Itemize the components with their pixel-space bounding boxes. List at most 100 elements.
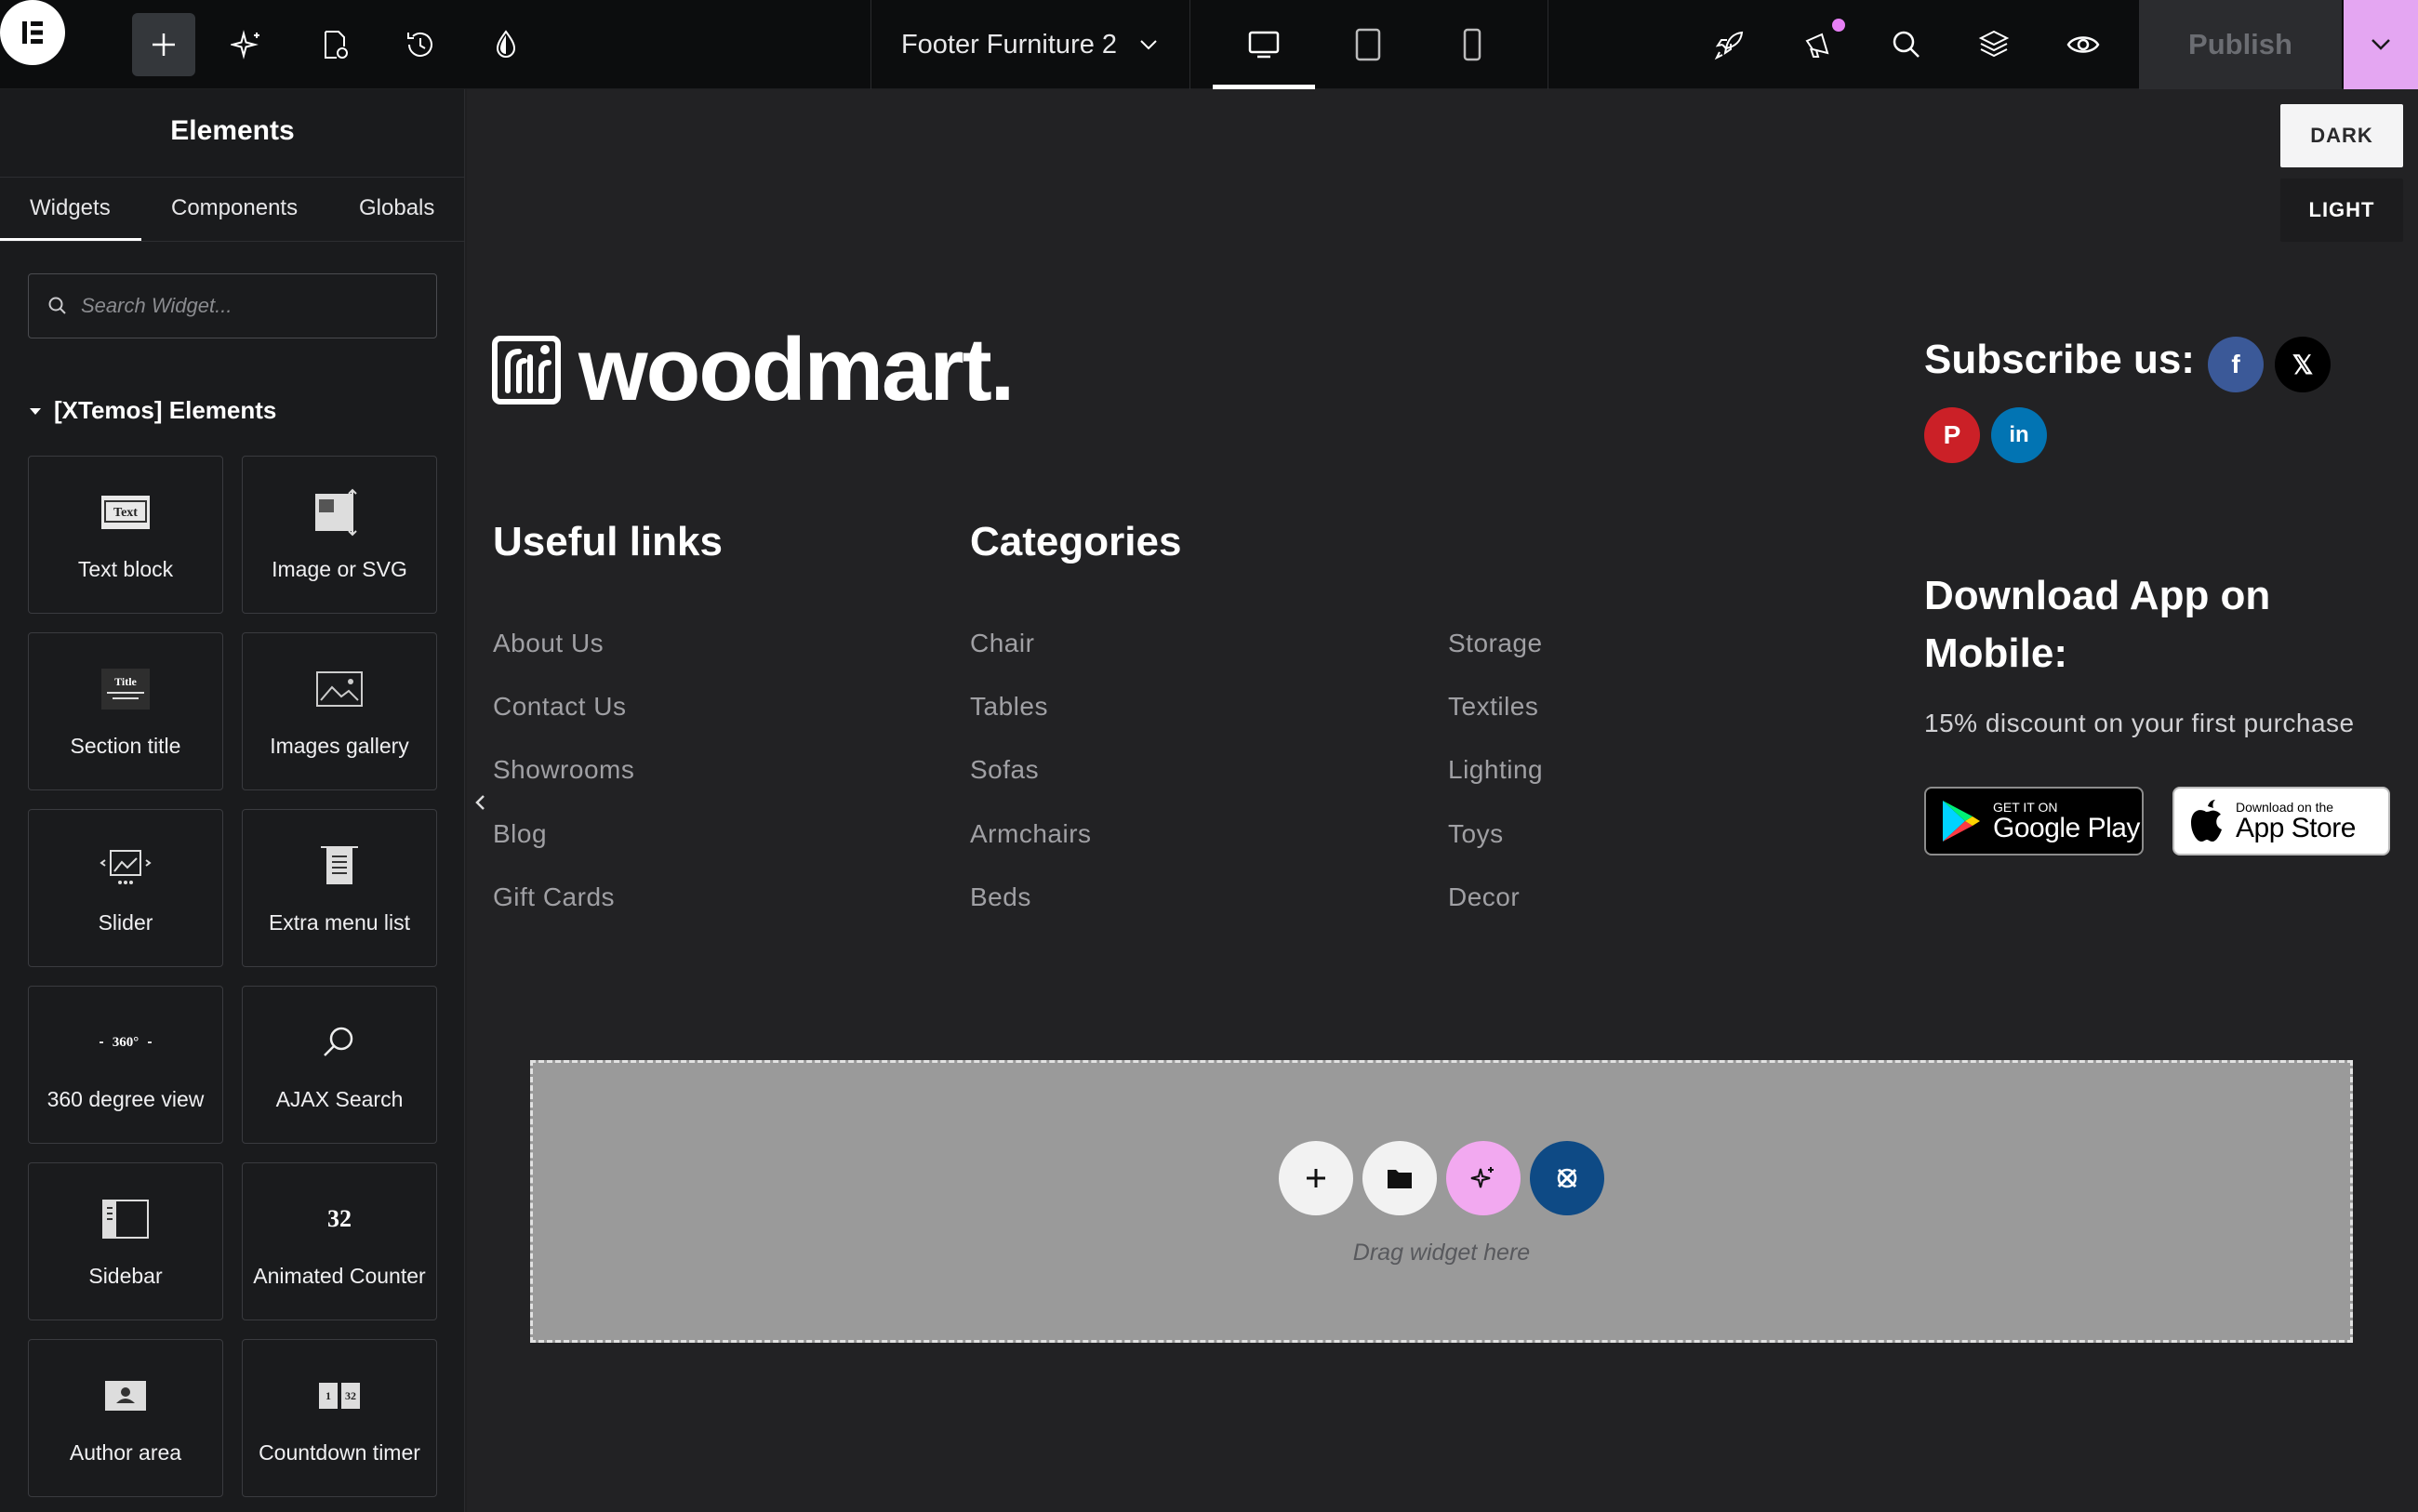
mobile-view-button[interactable] [1421, 0, 1523, 89]
page-settings-icon [325, 31, 348, 59]
page-settings-button[interactable] [303, 13, 366, 76]
panel-title: Elements [170, 115, 295, 146]
tab-components[interactable]: Components [171, 195, 298, 221]
subscribe-heading: Subscribe us: [1924, 337, 2195, 382]
widget-label: Countdown timer [259, 1440, 420, 1465]
category-link[interactable]: Toys [1448, 819, 1504, 849]
elements-panel: Elements Widgets Components Globals [XTe… [0, 89, 465, 1512]
pinterest-button[interactable]: P [1924, 407, 1980, 463]
category-link[interactable]: Decor [1448, 882, 1520, 912]
widget-countdown-timer[interactable]: 1 32 Countdown timer [242, 1339, 437, 1497]
widget-label: Text block [77, 557, 174, 581]
widget-360-degree-view[interactable]: 360° 360 degree view [28, 986, 223, 1144]
desktop-view-button[interactable] [1213, 0, 1315, 89]
divider [0, 177, 465, 178]
category-link[interactable]: Storage [1448, 629, 1543, 658]
elementor-logo-icon [22, 21, 43, 44]
add-section-button[interactable] [1279, 1141, 1353, 1215]
extra-menu-list-icon [321, 846, 358, 884]
template-library-button[interactable] [1362, 1141, 1437, 1215]
category-link[interactable]: Beds [970, 882, 1031, 912]
history-button[interactable] [389, 13, 452, 76]
publish-options-button[interactable] [2344, 0, 2418, 89]
images-gallery-icon [316, 671, 363, 707]
widget-animated-counter[interactable]: 32 Animated Counter [242, 1162, 437, 1320]
svg-text:32: 32 [345, 1389, 356, 1402]
footer-link[interactable]: Gift Cards [493, 882, 615, 912]
tab-globals[interactable]: Globals [359, 195, 434, 221]
widget-sidebar[interactable]: Sidebar [28, 1162, 223, 1320]
widget-label: 360 degree view [46, 1087, 205, 1111]
widget-image-or-svg[interactable]: Image or SVG [242, 456, 437, 614]
svg-text:360°: 360° [113, 1035, 140, 1050]
category-link[interactable]: Textiles [1448, 692, 1538, 722]
launchpad-button[interactable] [1698, 13, 1761, 76]
widget-label: Animated Counter [253, 1264, 426, 1288]
brand-logo[interactable]: woodmart. [491, 325, 1015, 415]
announcement-icon [1805, 33, 1829, 58]
tablet-view-button[interactable] [1317, 0, 1419, 89]
category-link[interactable]: Chair [970, 629, 1034, 658]
widget-drop-zone[interactable]: Drag widget here [530, 1060, 2353, 1343]
caret-down-icon [30, 407, 41, 415]
kit-button[interactable] [1530, 1141, 1604, 1215]
widget-ajax-search[interactable]: AJAX Search [242, 986, 437, 1144]
category-header[interactable]: [XTemos] Elements [28, 396, 276, 425]
category-link[interactable]: Sofas [970, 755, 1039, 785]
widget-search[interactable] [28, 273, 437, 338]
facebook-icon: f [2231, 350, 2240, 378]
tab-widgets[interactable]: Widgets [30, 195, 111, 221]
linkedin-button[interactable]: in [1991, 407, 2047, 463]
site-settings-button[interactable] [474, 13, 538, 76]
ai-sparkle-icon [1470, 1167, 1494, 1188]
light-mode-button[interactable]: LIGHT [2280, 179, 2403, 242]
x-twitter-button[interactable]: 𝕏 [2275, 337, 2331, 392]
footer-link[interactable]: Contact Us [493, 692, 627, 722]
countdown-timer-icon: 1 32 [319, 1383, 360, 1409]
widget-images-gallery[interactable]: Images gallery [242, 632, 437, 790]
google-play-badge[interactable]: GET IT ON Google Play [1924, 787, 2144, 855]
svg-text:32: 32 [327, 1205, 352, 1232]
360-view-icon: 360° [100, 1035, 152, 1050]
ai-button[interactable] [1446, 1141, 1521, 1215]
preview-button[interactable] [2052, 13, 2115, 76]
rocket-icon [1714, 31, 1744, 60]
notification-dot [1832, 19, 1845, 32]
category-link[interactable]: Tables [970, 692, 1048, 722]
widget-text-block[interactable]: Text Text block [28, 456, 223, 614]
widget-label: Slider [98, 910, 153, 935]
footer-link[interactable]: Showrooms [493, 755, 634, 785]
mobile-icon [1463, 28, 1481, 61]
app-store-big: App Store [2236, 813, 2356, 843]
google-play-icon [1943, 801, 1980, 842]
finder-button[interactable] [1875, 13, 1938, 76]
pinterest-icon: P [1943, 420, 1961, 449]
document-title-dropdown[interactable]: Footer Furniture 2 [870, 0, 1190, 89]
facebook-button[interactable]: f [2208, 337, 2264, 392]
app-store-badge[interactable]: Download on the App Store [2172, 787, 2390, 855]
collapse-panel-button[interactable] [471, 789, 489, 816]
widget-slider[interactable]: Slider [28, 809, 223, 967]
chevron-down-icon [2372, 39, 2390, 50]
category-link[interactable]: Lighting [1448, 755, 1543, 785]
slider-icon [100, 850, 152, 884]
footer-link[interactable]: Blog [493, 819, 547, 849]
svg-text:1: 1 [326, 1389, 331, 1402]
category-link[interactable]: Armchairs [970, 819, 1092, 849]
footer-link[interactable]: About Us [493, 629, 604, 658]
widget-extra-menu-list[interactable]: Extra menu list [242, 809, 437, 967]
widget-author-area[interactable]: Author area [28, 1339, 223, 1497]
ai-button[interactable] [216, 13, 279, 76]
image-svg-icon [315, 488, 357, 537]
publish-button[interactable]: Publish [2139, 0, 2342, 89]
search-icon [48, 297, 66, 314]
structure-button[interactable] [1962, 13, 2026, 76]
search-input[interactable] [81, 294, 416, 318]
elementor-logo-button[interactable] [0, 0, 65, 65]
chevron-down-icon [1140, 40, 1157, 50]
dark-mode-button[interactable]: DARK [2280, 104, 2403, 167]
widget-section-title[interactable]: Title Section title [28, 632, 223, 790]
add-element-button[interactable] [132, 13, 195, 76]
preview-eye-icon [2066, 36, 2100, 53]
plus-icon [1307, 1169, 1325, 1187]
